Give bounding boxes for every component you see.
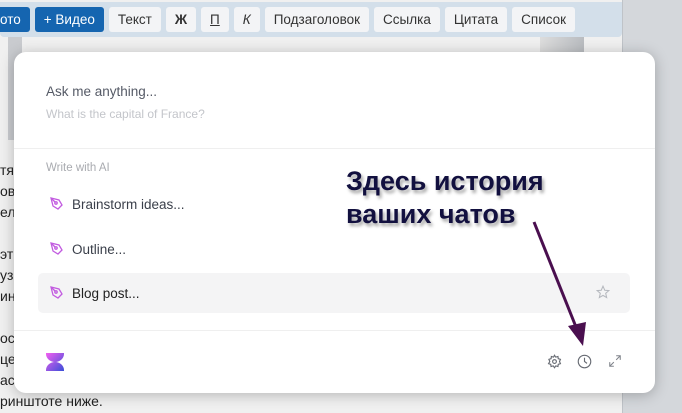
annotation-arrow — [532, 221, 586, 346]
